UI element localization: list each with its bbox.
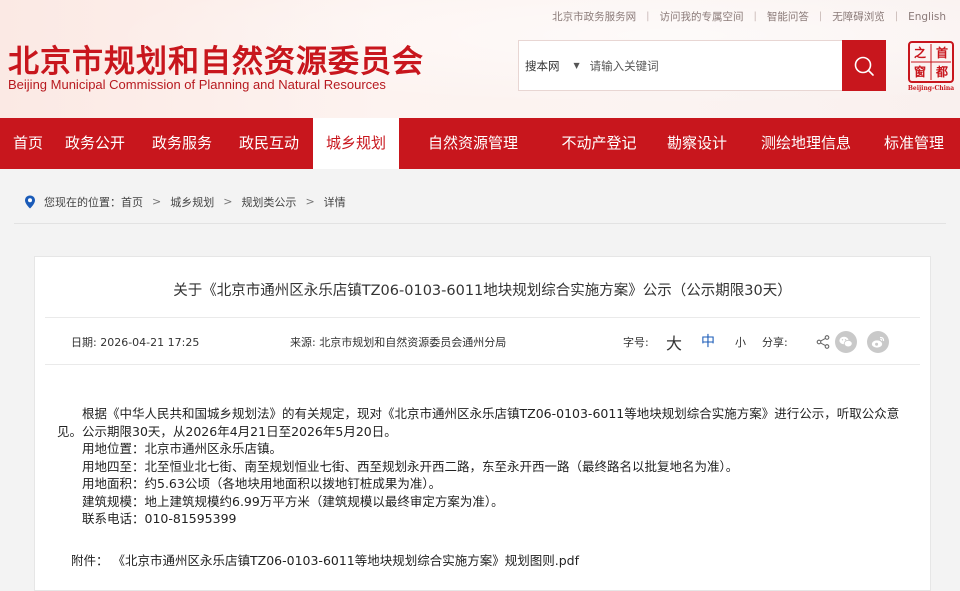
article-line-scale: 建筑规模：地上建筑规模约6.99万平方米（建筑规模以最终审定方案为准）。 [82, 493, 504, 509]
share-icon[interactable] [816, 335, 830, 349]
breadcrumb: 您现在的位置： 首页 > 城乡规划 > 规划类公示 > 详情 [14, 180, 946, 224]
chevron-right-icon: > [152, 195, 162, 208]
breadcrumb-detail: 详情 [323, 195, 346, 209]
search-icon [854, 56, 874, 76]
search-box: 搜本网 ▼ [518, 40, 886, 91]
top-link-accessibility[interactable]: 无障碍浏览 [822, 9, 895, 24]
font-size-label: 字号: [623, 336, 649, 349]
article-title: 关于《北京市通州区永乐店镇TZ06-0103-6011地块规划综合实施方案》公示… [173, 283, 792, 299]
nav-item-geo-info[interactable]: 测绘地理信息 [752, 118, 860, 169]
search-input[interactable] [589, 58, 810, 73]
article-date: 日期: 2026-04-21 17:25 [71, 336, 200, 349]
attachment-link[interactable]: 《北京市通州区永乐店镇TZ06-0103-6011等地块规划综合实施方案》规划图… [113, 553, 580, 568]
seal-char: 窗 [914, 64, 926, 79]
article-paragraph: 根据《中华人民共和国城乡规划法》的有关规定，现对《北京市通州区永乐店镇TZ06-… [57, 406, 900, 439]
attachment-label: 附件： [71, 553, 109, 568]
chevron-right-icon: > [223, 195, 233, 208]
nav-item-home[interactable]: 首页 [4, 118, 52, 169]
nav-item-standards[interactable]: 标准管理 [874, 118, 954, 169]
breadcrumb-home[interactable]: 首页 [121, 194, 143, 210]
search-scope-label: 搜本网 [525, 58, 560, 73]
seal-char: 之 [914, 45, 926, 60]
seal-char: 首 [936, 45, 948, 60]
capital-window-logo[interactable]: 之 首 窗 都 Beijing-China [906, 40, 956, 92]
top-link-english[interactable]: English [898, 11, 956, 23]
seal-icon: 之 首 窗 都 Beijing-China [908, 41, 954, 92]
article-source: 来源: 北京市规划和自然资源委员会通州分局 [290, 336, 507, 349]
search-scope-select[interactable]: 搜本网 ▼ [525, 58, 580, 74]
wechat-icon[interactable] [835, 331, 857, 353]
nav-item-survey-design[interactable]: 勘察设计 [658, 118, 736, 169]
nav-item-interaction[interactable]: 政民互动 [230, 118, 308, 169]
weibo-icon[interactable] [867, 331, 889, 353]
site-title-en: Beijing Municipal Commission of Planning… [8, 77, 386, 92]
nav-item-gov-affairs[interactable]: 政务公开 [56, 118, 134, 169]
font-small-button[interactable]: 小 [735, 334, 746, 350]
site-title[interactable]: 北京市规划和自然资源委员会 [8, 36, 424, 81]
article-body: 根据《中华人民共和国城乡规划法》的有关规定，现对《北京市通州区永乐店镇TZ06-… [57, 405, 923, 528]
top-link-smart-qa[interactable]: 智能问答 [757, 9, 819, 24]
article-meta: 日期: 2026-04-21 17:25 来源: 北京市规划和自然资源委员会通州… [45, 317, 920, 365]
search-button[interactable] [842, 40, 886, 91]
top-links: 北京市政务服务网 | 访问我的专属空间 | 智能问答 | 无障碍浏览 | Eng… [542, 9, 956, 24]
breadcrumb-urban-planning[interactable]: 城乡规划 [170, 194, 214, 210]
nav-item-real-estate[interactable]: 不动产登记 [552, 118, 646, 169]
article-line-phone: 联系电话：010-81595399 [82, 511, 237, 526]
article-line-boundaries: 用地四至：北至恒业北七街、南至规划恒业七街、西至规划永开西二路，东至永开西一路（… [82, 458, 739, 474]
share-label: 分享: [762, 336, 788, 349]
site-header: 北京市政务服务网 | 访问我的专属空间 | 智能问答 | 无障碍浏览 | Eng… [0, 0, 960, 118]
breadcrumb-planning-notice[interactable]: 规划类公示 [241, 194, 296, 210]
nav-item-urban-planning[interactable]: 城乡规划 [313, 118, 399, 169]
main-nav: 首页 政务公开 政务服务 政民互动 城乡规划 自然资源管理 不动产登记 勘察设计… [0, 118, 960, 169]
top-link-gov-service[interactable]: 北京市政务服务网 [542, 9, 646, 24]
font-medium-button[interactable]: 中 [701, 331, 715, 351]
seal-caption: Beijing-China [908, 85, 954, 92]
top-link-my-space[interactable]: 访问我的专属空间 [649, 9, 753, 24]
article-card: 关于《北京市通州区永乐店镇TZ06-0103-6011地块规划综合实施方案》公示… [34, 256, 931, 591]
attachment-row: 附件： 《北京市通州区永乐店镇TZ06-0103-6011等地块规划综合实施方案… [71, 550, 579, 569]
font-large-button[interactable]: 大 [666, 330, 682, 354]
caret-down-icon: ▼ [573, 61, 580, 70]
article-line-area: 用地面积：约5.63公顷（各地块用地面积以拨地钉桩成果为准）。 [82, 476, 442, 491]
nav-item-gov-services[interactable]: 政务服务 [143, 118, 221, 169]
location-pin-icon [25, 195, 35, 208]
chevron-right-icon: > [305, 195, 315, 208]
seal-char: 都 [935, 64, 948, 79]
breadcrumb-prefix: 您现在的位置： [44, 195, 121, 209]
article-line-location: 用地位置：北京市通州区永乐店镇。 [82, 441, 283, 456]
nav-item-natural-resources[interactable]: 自然资源管理 [418, 118, 528, 169]
